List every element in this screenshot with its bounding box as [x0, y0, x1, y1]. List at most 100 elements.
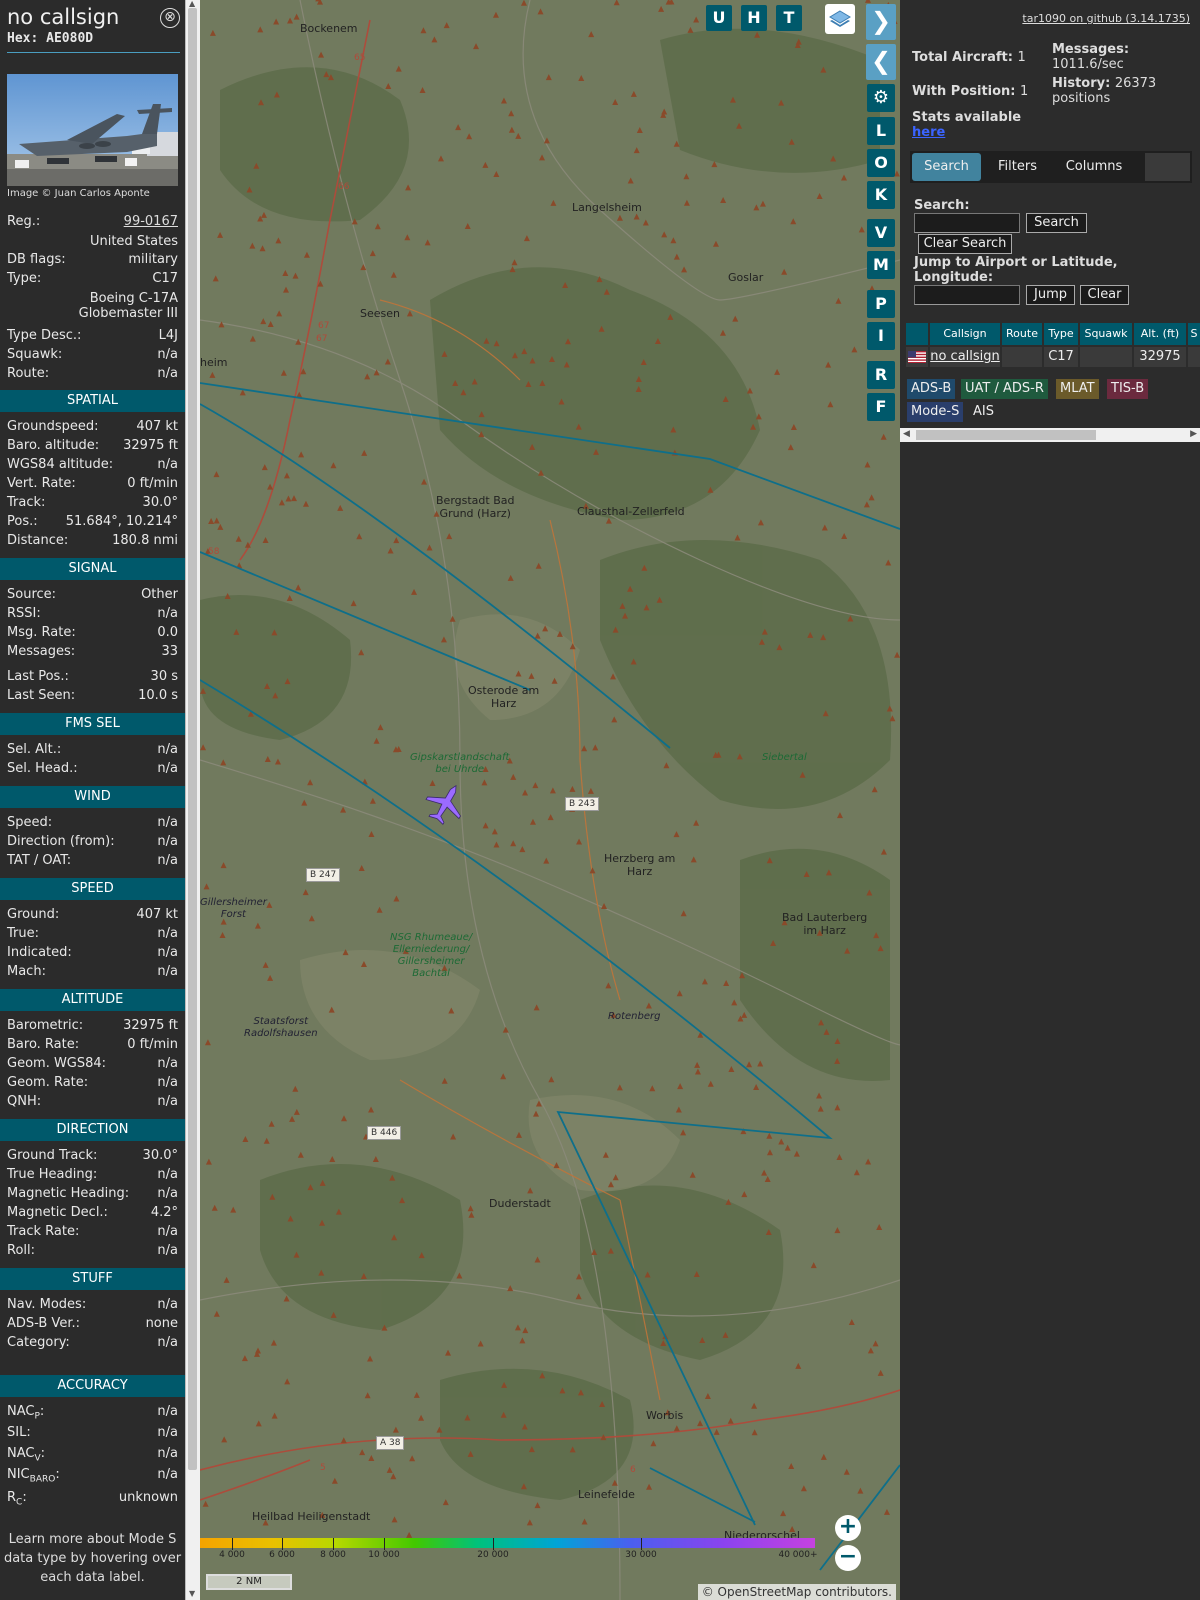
map-button-v[interactable]: V	[867, 219, 895, 247]
map-button-k[interactable]: K	[867, 181, 895, 209]
squawk-row: Squawk: n/a	[7, 347, 178, 365]
version-link[interactable]: tar1090 on github (3.14.1735)	[1022, 12, 1190, 25]
zoom-in-button[interactable]: +	[835, 1515, 861, 1541]
row-value: 32975 ft	[123, 438, 178, 453]
row-value: n/a	[157, 457, 178, 472]
map-button-f[interactable]: F	[867, 393, 895, 421]
previous-button[interactable]: ❮	[866, 44, 896, 80]
altitude-color-scale: 4 000 6 000 8 000 10 000 20 000 30 000 4…	[200, 1538, 820, 1560]
row-label: Category:	[7, 1335, 70, 1350]
plus-icon: +	[838, 1514, 858, 1539]
row-value: n/a	[157, 964, 178, 979]
row-label: WGS84 altitude:	[7, 457, 114, 472]
map-button-l[interactable]: L	[867, 117, 895, 145]
next-button[interactable]: ❯	[866, 4, 896, 40]
jump-button[interactable]: Jump	[1026, 285, 1075, 305]
row-value: n/a	[157, 1467, 178, 1482]
map-view[interactable]: Bockenem Langelsheim Goslar Seesen heim …	[200, 0, 900, 1600]
data-row: Track: 30.0°	[7, 495, 178, 513]
tab-search[interactable]: Search	[912, 153, 981, 181]
aircraft-photo[interactable]	[7, 74, 178, 186]
tab-filters[interactable]: Filters	[984, 153, 1051, 181]
table-header[interactable]: Type	[1044, 323, 1078, 345]
map-button-r[interactable]: R	[867, 361, 895, 389]
table-header[interactable]: Alt. (ft)	[1134, 323, 1186, 345]
scroll-up-icon[interactable]: ▲	[189, 0, 195, 8]
layers-button[interactable]	[825, 4, 855, 34]
with-position: With Position: 1	[912, 84, 1028, 99]
stats-link[interactable]: here	[912, 125, 1021, 140]
left-panel-scrollbar[interactable]: ▲ ▼	[185, 0, 200, 1600]
chevron-right-icon: ❯	[870, 7, 892, 35]
messages-label: Messages:	[1052, 42, 1130, 57]
settings-button[interactable]: ⚙	[867, 84, 895, 112]
type-name-line2: Globemaster III	[78, 306, 178, 321]
zoom-out-button[interactable]: −	[835, 1545, 861, 1571]
scrollbar-thumb[interactable]	[916, 430, 1096, 440]
data-row: True Heading: n/a	[7, 1167, 178, 1185]
row-value: 0.0	[157, 625, 178, 640]
row-label: Sel. Head.:	[7, 761, 78, 776]
row-label: Magnetic Heading:	[7, 1186, 130, 1201]
scale-tick	[282, 1538, 283, 1550]
table-horizontal-scrollbar[interactable]: ◀ ▶	[900, 428, 1200, 442]
map-button-u[interactable]: U	[706, 5, 732, 31]
scale-label: 6 000	[269, 1550, 295, 1560]
scale-tick	[384, 1538, 385, 1550]
clear-search-button[interactable]: Clear Search	[918, 234, 1012, 254]
town-label: Bad Lauterberg im Harz	[782, 911, 868, 937]
row-label: TAT / OAT:	[7, 853, 72, 868]
data-row: NACP: n/a	[7, 1404, 178, 1422]
reg-link[interactable]: 99-0167	[124, 214, 178, 229]
gear-icon: ⚙	[872, 87, 890, 108]
row-value: n/a	[157, 1075, 178, 1090]
map-button-o[interactable]: O	[867, 149, 895, 177]
map-button-m[interactable]: M	[867, 251, 895, 279]
scroll-right-icon[interactable]: ▶	[1190, 429, 1197, 439]
aircraft-table: Callsign Route Type Squawk Alt. (ft) S n…	[906, 323, 1200, 369]
history-stat: History: 26373 positions	[1052, 76, 1156, 106]
map-button-i[interactable]: I	[867, 322, 895, 350]
scale-label: 20 000	[477, 1550, 509, 1560]
row-value: 51.684°, 10.214°	[65, 514, 178, 529]
scrollbar-thumb[interactable]	[188, 8, 197, 1470]
map-button-t[interactable]: T	[776, 5, 802, 31]
scroll-down-icon[interactable]: ▼	[189, 1590, 195, 1598]
table-header[interactable]: Squawk	[1080, 323, 1132, 345]
row-value: n/a	[157, 945, 178, 960]
row-value: 33	[161, 644, 178, 659]
row-value: n/a	[157, 742, 178, 757]
table-header[interactable]: Callsign	[930, 323, 1000, 345]
aircraft-marker-icon[interactable]	[424, 781, 468, 825]
callsign-cell[interactable]: no callsign	[930, 347, 1000, 367]
table-header[interactable]: S	[1188, 323, 1200, 345]
table-header[interactable]: Route	[1002, 323, 1042, 345]
tab-columns[interactable]: Columns	[1054, 153, 1134, 181]
data-row: Direction (from): n/a	[7, 834, 178, 852]
close-icon[interactable]: ⊗	[160, 8, 180, 28]
map-button-h[interactable]: H	[741, 5, 767, 31]
road-number: 58	[208, 547, 220, 557]
row-label: Vert. Rate:	[7, 476, 76, 491]
total-aircraft: Total Aircraft: 1	[912, 50, 1026, 65]
map-button-p[interactable]: P	[867, 290, 895, 318]
data-row: WGS84 altitude: n/a	[7, 457, 178, 475]
row-value: 4.2°	[150, 1205, 178, 1220]
row-label-sub: C	[16, 1497, 23, 1508]
data-row: ADS-B Ver.: none	[7, 1316, 178, 1334]
row-label: True:	[7, 926, 39, 941]
scroll-left-icon[interactable]: ◀	[903, 429, 910, 439]
row-value: n/a	[157, 926, 178, 941]
reg-label: Reg.:	[7, 214, 41, 229]
clear-button[interactable]: Clear	[1080, 285, 1129, 305]
search-button[interactable]: Search	[1026, 213, 1087, 233]
map-attribution[interactable]: © OpenStreetMap contributors.	[697, 1584, 896, 1600]
data-row: Magnetic Heading: n/a	[7, 1186, 178, 1204]
jump-input[interactable]	[914, 285, 1020, 305]
row-value: 30.0°	[142, 495, 178, 510]
search-input[interactable]	[914, 213, 1020, 233]
country: United States	[89, 234, 178, 249]
town-label: Duderstadt	[489, 1197, 551, 1210]
road-number: 67	[316, 334, 328, 344]
source-tag-mlat: MLAT	[1056, 379, 1099, 399]
